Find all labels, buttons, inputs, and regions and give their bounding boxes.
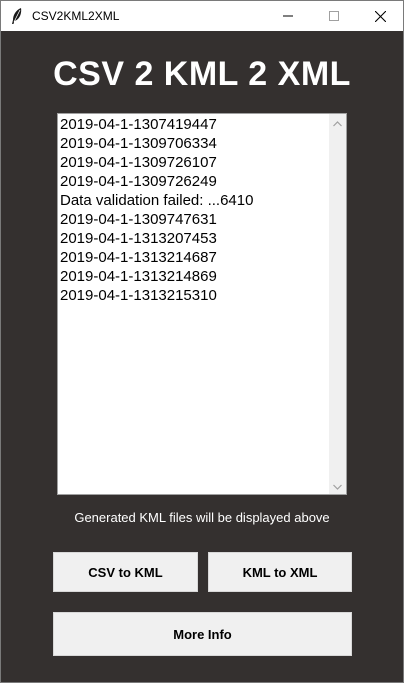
file-list: 2019-04-1-1307419447 2019-04-1-130970633…: [60, 115, 330, 305]
close-button[interactable]: [357, 1, 403, 31]
list-item[interactable]: 2019-04-1-1309747631: [60, 210, 330, 229]
kml-file-listbox[interactable]: 2019-04-1-1307419447 2019-04-1-130970633…: [57, 113, 347, 495]
close-icon: [374, 10, 386, 22]
more-info-button[interactable]: More Info: [53, 612, 352, 656]
minimize-button[interactable]: [265, 1, 311, 31]
list-item[interactable]: 2019-04-1-1313207453: [60, 229, 330, 248]
list-item[interactable]: 2019-04-1-1309726107: [60, 153, 330, 172]
list-item[interactable]: 2019-04-1-1307419447: [60, 115, 330, 134]
list-caption: Generated KML files will be displayed ab…: [74, 510, 330, 525]
list-item[interactable]: 2019-04-1-1313214869: [60, 267, 330, 286]
list-item[interactable]: Data validation failed: ...6410: [60, 191, 330, 210]
window-title: CSV2KML2XML: [32, 9, 120, 23]
chevron-up-icon: [333, 114, 342, 132]
list-item[interactable]: 2019-04-1-1313215310: [60, 286, 330, 305]
app-heading: CSV 2 KML 2 XML: [53, 55, 351, 93]
vertical-scrollbar[interactable]: [329, 114, 346, 494]
maximize-icon: [329, 11, 339, 21]
minimize-icon: [283, 11, 293, 21]
title-bar[interactable]: CSV2KML2XML: [1, 1, 403, 31]
csv-to-kml-button[interactable]: CSV to KML: [53, 552, 198, 592]
app-window: CSV2KML2XML CSV 2 KML 2 XML 2019-04-1-13…: [0, 0, 404, 683]
kml-to-xml-button[interactable]: KML to XML: [208, 552, 352, 592]
list-item[interactable]: 2019-04-1-1309726249: [60, 172, 330, 191]
scroll-up-button[interactable]: [329, 114, 346, 131]
scroll-down-button[interactable]: [329, 477, 346, 494]
maximize-button[interactable]: [311, 1, 357, 31]
chevron-down-icon: [333, 477, 342, 495]
list-item[interactable]: 2019-04-1-1309706334: [60, 134, 330, 153]
list-item[interactable]: 2019-04-1-1313214687: [60, 248, 330, 267]
feather-icon: [11, 7, 23, 25]
